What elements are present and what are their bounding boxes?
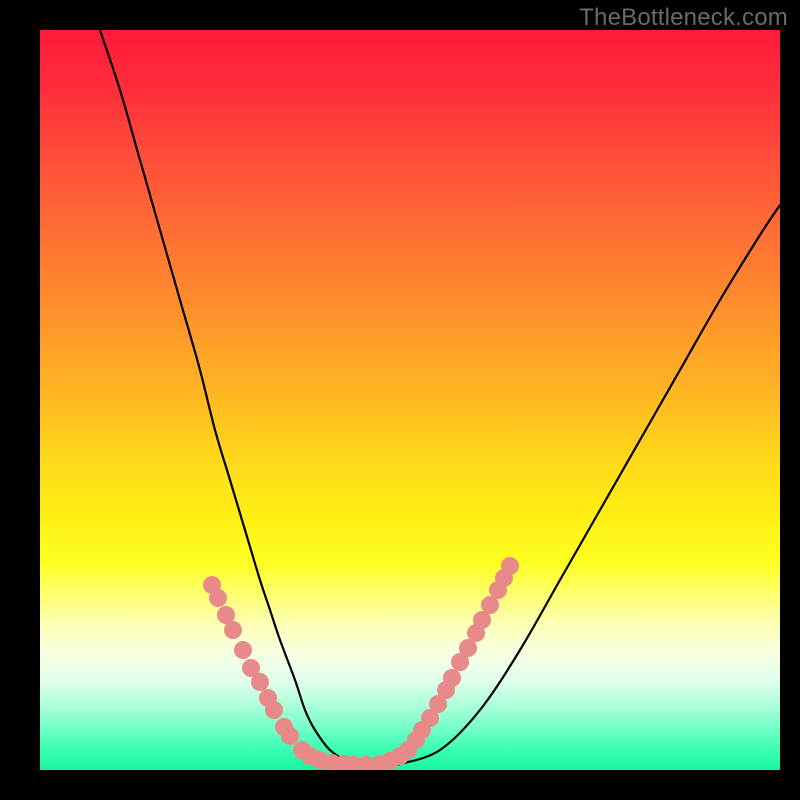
curve-marker — [251, 673, 269, 691]
curve-marker — [443, 669, 461, 687]
curve-svg — [40, 30, 780, 770]
curve-marker — [234, 641, 252, 659]
marker-cluster — [203, 557, 519, 770]
curve-marker — [224, 621, 242, 639]
curve-marker — [265, 701, 283, 719]
curve-marker — [501, 557, 519, 575]
curve-marker — [281, 727, 299, 745]
bottleneck-curve — [100, 30, 780, 766]
plot-area — [40, 30, 780, 770]
watermark-label: TheBottleneck.com — [579, 4, 788, 32]
curve-marker — [209, 589, 227, 607]
chart-frame: TheBottleneck.com — [0, 0, 800, 800]
